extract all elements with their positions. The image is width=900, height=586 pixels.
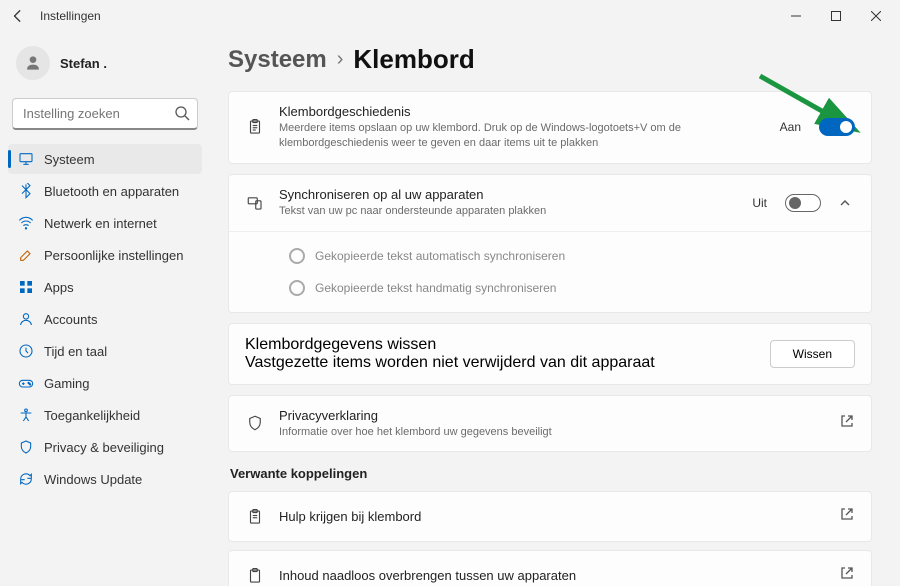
minimize-button[interactable] <box>776 0 816 32</box>
radio-sync-auto[interactable]: Gekopieerde tekst automatisch synchronis… <box>229 240 871 272</box>
user-profile[interactable]: Stefan . <box>8 40 202 92</box>
close-button[interactable] <box>856 0 896 32</box>
sidebar-item-bluetooth[interactable]: Bluetooth en apparaten <box>8 176 202 206</box>
setting-subtitle: Informatie over hoe het klembord uw gege… <box>279 425 825 440</box>
sidebar-item-label: Windows Update <box>44 472 142 487</box>
sidebar-item-network[interactable]: Netwerk en internet <box>8 208 202 238</box>
setting-subtitle: Vastgezette items worden niet verwijderd… <box>245 354 756 372</box>
user-name: Stefan . <box>60 56 107 71</box>
maximize-icon <box>831 11 841 21</box>
setting-sync: Synchroniseren op al uw apparaten Tekst … <box>228 174 872 313</box>
sidebar-item-privacy[interactable]: Privacy & beveiliging <box>8 432 202 462</box>
avatar <box>16 46 50 80</box>
external-link-icon <box>839 413 855 434</box>
radio-icon <box>289 248 305 264</box>
related-link-help[interactable]: Hulp krijgen bij klembord <box>229 492 871 541</box>
clear-button[interactable]: Wissen <box>770 340 855 368</box>
setting-clear: Klembordgegevens wissen Vastgezette item… <box>228 323 872 385</box>
clipboard-icon <box>245 118 265 136</box>
sidebar-item-label: Apps <box>44 280 74 295</box>
bluetooth-icon <box>18 183 34 199</box>
link-label: Hulp krijgen bij klembord <box>279 509 825 524</box>
section-heading: Verwante koppelingen <box>230 466 872 481</box>
accounts-icon <box>18 311 34 327</box>
window-title: Instellingen <box>40 9 101 23</box>
toggle-state: Aan <box>780 120 801 134</box>
link-label: Inhoud naadloos overbrengen tussen uw ap… <box>279 568 825 583</box>
back-button[interactable] <box>4 2 32 30</box>
search-icon <box>174 105 190 126</box>
sidebar-item-label: Bluetooth en apparaten <box>44 184 179 199</box>
sidebar-item-accounts[interactable]: Accounts <box>8 304 202 334</box>
radio-sync-manual[interactable]: Gekopieerde tekst handmatig synchroniser… <box>229 272 871 304</box>
clipboard-icon <box>245 508 265 526</box>
breadcrumb: Systeem › Klembord <box>228 44 872 75</box>
sidebar-item-label: Tijd en taal <box>44 344 107 359</box>
chevron-right-icon: › <box>337 48 344 71</box>
sidebar-item-label: Toegankelijkheid <box>44 408 140 423</box>
breadcrumb-parent[interactable]: Systeem <box>228 46 327 74</box>
update-icon <box>18 471 34 487</box>
sidebar-item-gaming[interactable]: Gaming <box>8 368 202 398</box>
toggle-history[interactable] <box>819 118 855 136</box>
minimize-icon <box>791 11 801 21</box>
accessibility-icon <box>18 407 34 423</box>
related-link-transfer[interactable]: Inhoud naadloos overbrengen tussen uw ap… <box>229 551 871 586</box>
radio-icon <box>289 280 305 296</box>
setting-privacy[interactable]: Privacyverklaring Informatie over hoe he… <box>228 395 872 453</box>
setting-clipboard-history: Klembordgeschiedenis Meerdere items opsl… <box>228 91 872 164</box>
titlebar: Instellingen <box>0 0 900 32</box>
expand-button[interactable] <box>835 197 855 209</box>
apps-icon <box>18 279 34 295</box>
sidebar-item-system[interactable]: Systeem <box>8 144 202 174</box>
sidebar-item-label: Privacy & beveiliging <box>44 440 164 455</box>
radio-label: Gekopieerde tekst automatisch synchronis… <box>315 249 565 263</box>
toggle-sync[interactable] <box>785 194 821 212</box>
sidebar-item-update[interactable]: Windows Update <box>8 464 202 494</box>
main-content: Systeem › Klembord Klembordgeschiedenis … <box>210 32 900 586</box>
sidebar-item-label: Systeem <box>44 152 95 167</box>
privacy-icon <box>18 439 34 455</box>
person-icon <box>23 53 43 73</box>
sidebar-item-label: Persoonlijke instellingen <box>44 248 183 263</box>
arrow-left-icon <box>11 9 25 23</box>
search-input[interactable] <box>12 98 198 130</box>
sidebar-item-time[interactable]: Tijd en taal <box>8 336 202 366</box>
sidebar: Stefan . Systeem Bluetooth en apparaten Ne… <box>0 32 210 586</box>
sidebar-item-accessibility[interactable]: Toegankelijkheid <box>8 400 202 430</box>
sidebar-item-label: Gaming <box>44 376 90 391</box>
sidebar-item-personalize[interactable]: Persoonlijke instellingen <box>8 240 202 270</box>
network-icon <box>18 215 34 231</box>
clipboard-outline-icon <box>245 567 265 585</box>
page-title: Klembord <box>353 44 474 75</box>
time-icon <box>18 343 34 359</box>
system-icon <box>18 151 34 167</box>
gaming-icon <box>18 375 34 391</box>
setting-title: Klembordgeschiedenis <box>279 104 766 119</box>
sidebar-item-apps[interactable]: Apps <box>8 272 202 302</box>
setting-subtitle: Tekst van uw pc naar ondersteunde appara… <box>279 204 738 219</box>
setting-subtitle: Meerdere items opslaan op uw klembord. D… <box>279 121 766 151</box>
close-icon <box>871 11 881 21</box>
setting-title: Synchroniseren op al uw apparaten <box>279 187 738 202</box>
personalize-icon <box>18 247 34 263</box>
toggle-state: Uit <box>752 196 767 210</box>
sidebar-item-label: Accounts <box>44 312 97 327</box>
external-link-icon <box>839 565 855 586</box>
radio-label: Gekopieerde tekst handmatig synchroniser… <box>315 281 556 295</box>
devices-sync-icon <box>245 194 265 212</box>
chevron-up-icon <box>839 197 851 209</box>
setting-title: Klembordgegevens wissen <box>245 336 756 354</box>
external-link-icon <box>839 506 855 527</box>
nav-list: Systeem Bluetooth en apparaten Netwerk en … <box>8 144 202 494</box>
shield-icon <box>245 414 265 432</box>
sidebar-item-label: Netwerk en internet <box>44 216 157 231</box>
maximize-button[interactable] <box>816 0 856 32</box>
setting-title: Privacyverklaring <box>279 408 825 423</box>
